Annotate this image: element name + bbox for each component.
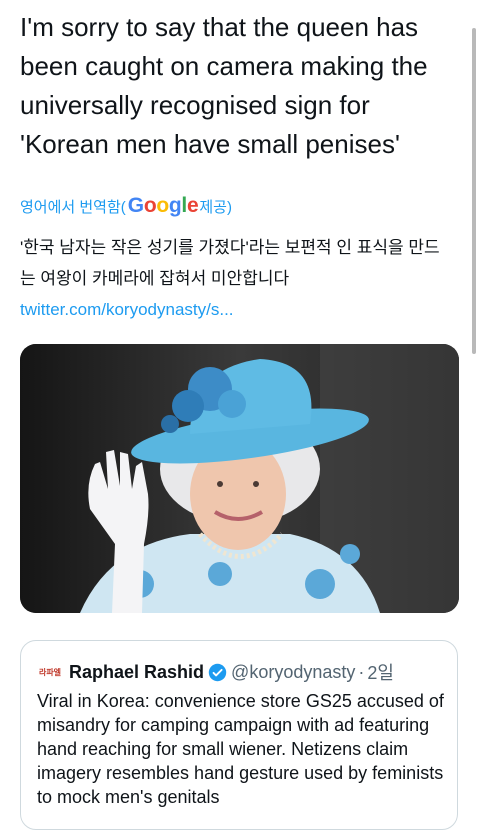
- separator: ·: [358, 661, 365, 682]
- tweet-text: I'm sorry to say that the queen has been…: [20, 12, 428, 159]
- timestamp[interactable]: 2일: [367, 659, 394, 685]
- author-handle[interactable]: @koryodynasty: [231, 662, 355, 683]
- quoted-tweet-header: 라파엘 Raphael Rashid @koryodynasty · 2일: [37, 659, 394, 685]
- tweet-link[interactable]: twitter.com/koryodynasty/s...: [20, 300, 234, 319]
- translation-suffix: 제공): [199, 198, 232, 216]
- photo-illustration: [20, 344, 459, 613]
- translation-prefix: 영어에서 번역함(: [20, 198, 126, 216]
- author-name[interactable]: Raphael Rashid: [69, 662, 204, 683]
- quoted-tweet-text: Viral in Korea: convenience store GS25 a…: [37, 691, 444, 807]
- google-logo: Google: [128, 194, 199, 218]
- translation-attribution[interactable]: 영어에서 번역함( Google 제공): [20, 194, 232, 218]
- google-logo-letter: g: [168, 194, 182, 217]
- google-logo-letter: e: [186, 194, 199, 217]
- avatar[interactable]: 라파엘: [37, 663, 63, 681]
- tweet-photo[interactable]: [20, 344, 459, 613]
- google-logo-letter: o: [143, 194, 157, 217]
- translated-text: '한국 남자는 작은 성기를 가졌다'라는 보편적 인 표식을 만드는 여왕이 …: [20, 232, 450, 325]
- quoted-tweet[interactable]: 라파엘 Raphael Rashid @koryodynasty · 2일 Vi…: [20, 640, 458, 830]
- scrollbar[interactable]: [472, 28, 476, 354]
- google-logo-letter: o: [156, 194, 169, 217]
- google-logo-letter: G: [127, 194, 144, 217]
- verified-badge-icon: [208, 663, 227, 682]
- translated-body: '한국 남자는 작은 성기를 가졌다'라는 보편적 인 표식을 만드는 여왕이 …: [20, 238, 440, 288]
